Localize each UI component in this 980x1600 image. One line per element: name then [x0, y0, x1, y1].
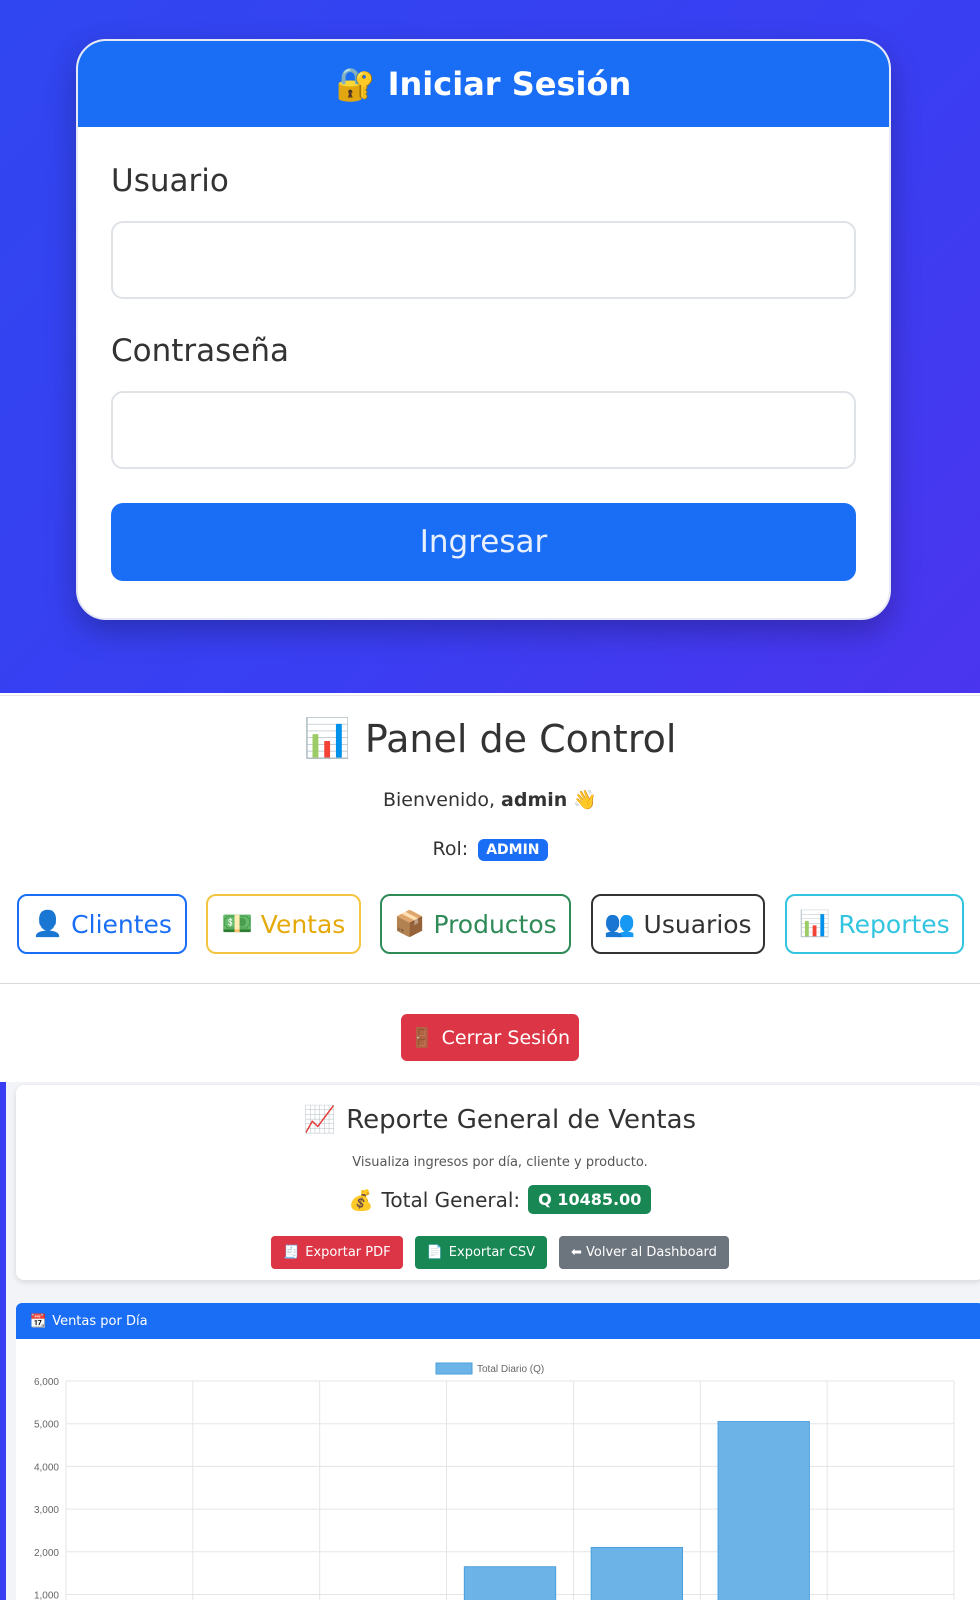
bar-chart-icon: 📊: [303, 716, 351, 760]
logout-label: Cerrar Sesión: [441, 1026, 570, 1049]
nav-usuarios-button[interactable]: 👥 Usuarios: [591, 894, 765, 954]
page-icon: 📄: [426, 1245, 443, 1260]
report-title: 📈 Reporte General de Ventas: [16, 1105, 980, 1135]
welcome-username: admin: [501, 789, 568, 811]
chart-card-header: 📆 Ventas por Día: [16, 1303, 980, 1339]
door-icon: 🚪: [409, 1027, 434, 1049]
package-icon: 📦: [394, 909, 426, 938]
username-input[interactable]: [111, 221, 856, 299]
nav-productos-label: Productos: [433, 909, 557, 939]
bar: [463, 1566, 557, 1600]
login-form: Usuario Contraseña Ingresar: [78, 127, 889, 581]
waving-hand-icon: 👋: [573, 789, 598, 811]
nav-reportes-label: Reportes: [838, 909, 950, 939]
report-title-text: Reporte General de Ventas: [346, 1105, 697, 1135]
nav-usuarios-label: Usuarios: [643, 909, 752, 939]
y-tick-label: 4,000: [34, 1462, 59, 1473]
total-badge: Q 10485.00: [528, 1185, 652, 1214]
nav-clientes-button[interactable]: 👤 Clientes: [17, 894, 187, 954]
dashboard-panel: 📊 Panel de Control Bienvenido, admin 👋 R…: [0, 695, 980, 1080]
total-general: 💰 Total General: Q 10485.00: [16, 1185, 980, 1214]
report-section: 📈 Reporte General de Ventas Visualiza in…: [0, 1082, 980, 1600]
y-tick-label: 6,000: [34, 1377, 59, 1388]
export-csv-button[interactable]: 📄 Exportar CSV: [414, 1236, 548, 1269]
y-tick-label: 1,000: [34, 1591, 59, 1600]
nav-ventas-label: Ventas: [260, 909, 346, 939]
login-background: 🔐 Iniciar Sesión Usuario Contraseña Ingr…: [0, 0, 980, 693]
document-icon: 🧾: [283, 1245, 300, 1260]
calendar-icon: 📆: [30, 1313, 47, 1329]
divider: [0, 983, 980, 984]
login-title: Iniciar Sesión: [387, 65, 632, 103]
password-label: Contraseña: [111, 333, 290, 369]
bar-chart-icon: 📊: [799, 909, 831, 938]
chart-card-title: Ventas por Día: [52, 1313, 148, 1329]
sales-chart-area: Total Diario (Q) 1,000 2,000 3,000 4,000 5,00…: [16, 1339, 980, 1600]
login-button[interactable]: Ingresar: [111, 503, 856, 581]
panel-title: 📊 Panel de Control: [0, 716, 980, 761]
money-bag-icon: 💰: [348, 1187, 374, 1212]
nav-productos-button[interactable]: 📦 Productos: [380, 894, 571, 954]
nav-ventas-button[interactable]: 💵 Ventas: [206, 894, 361, 954]
nav-buttons: 👤 Clientes 💵 Ventas 📦 Productos 👥 Usuari…: [0, 894, 980, 956]
chart-increasing-icon: 📈: [303, 1105, 337, 1135]
report-actions: 🧾 Exportar PDF 📄 Exportar CSV ⬅ Volver a…: [16, 1236, 980, 1269]
role-label: Rol:: [432, 838, 469, 860]
back-to-dashboard-button[interactable]: ⬅ Volver al Dashboard: [559, 1236, 729, 1269]
lock-key-icon: 🔐: [335, 65, 376, 103]
logout-button[interactable]: 🚪 Cerrar Sesión: [401, 1014, 579, 1061]
people-icon: 👥: [604, 909, 636, 938]
legend-label: Total Diario (Q): [477, 1364, 544, 1375]
username-label: Usuario: [111, 163, 229, 199]
export-csv-label: Exportar CSV: [448, 1245, 536, 1260]
welcome-message: Bienvenido, admin 👋: [0, 788, 980, 811]
nav-reportes-button[interactable]: 📊 Reportes: [785, 894, 964, 954]
money-icon: 💵: [221, 909, 253, 938]
person-icon: 👤: [32, 909, 64, 938]
report-subtitle: Visualiza ingresos por día, cliente y pr…: [352, 1155, 648, 1170]
sales-by-day-chart: Total Diario (Q) 1,000 2,000 3,000 4,000 5,00…: [34, 1362, 955, 1600]
role-line: Rol: ADMIN: [0, 838, 980, 861]
password-input[interactable]: [111, 391, 856, 469]
panel-title-text: Panel de Control: [364, 716, 677, 761]
bar: [717, 1421, 810, 1600]
export-pdf-label: Exportar PDF: [305, 1245, 391, 1260]
export-pdf-button[interactable]: 🧾 Exportar PDF: [271, 1236, 403, 1269]
legend-swatch: [435, 1362, 473, 1375]
back-to-dashboard-label: ⬅ Volver al Dashboard: [571, 1245, 717, 1260]
login-header: 🔐 Iniciar Sesión: [78, 41, 889, 127]
role-badge: ADMIN: [478, 838, 548, 861]
y-tick-label: 3,000: [34, 1505, 59, 1516]
total-label: Total General:: [381, 1187, 521, 1212]
y-tick-label: 2,000: [34, 1548, 59, 1559]
sales-by-day-card: 📆 Ventas por Día Total Diario (Q) 1,000 2,…: [16, 1303, 980, 1600]
bar: [590, 1547, 684, 1600]
welcome-prefix: Bienvenido,: [382, 789, 495, 811]
nav-clientes-label: Clientes: [71, 909, 172, 939]
report-summary-card: 📈 Reporte General de Ventas Visualiza in…: [16, 1085, 980, 1280]
login-card: 🔐 Iniciar Sesión Usuario Contraseña Ingr…: [76, 39, 891, 620]
y-tick-label: 5,000: [34, 1420, 59, 1431]
